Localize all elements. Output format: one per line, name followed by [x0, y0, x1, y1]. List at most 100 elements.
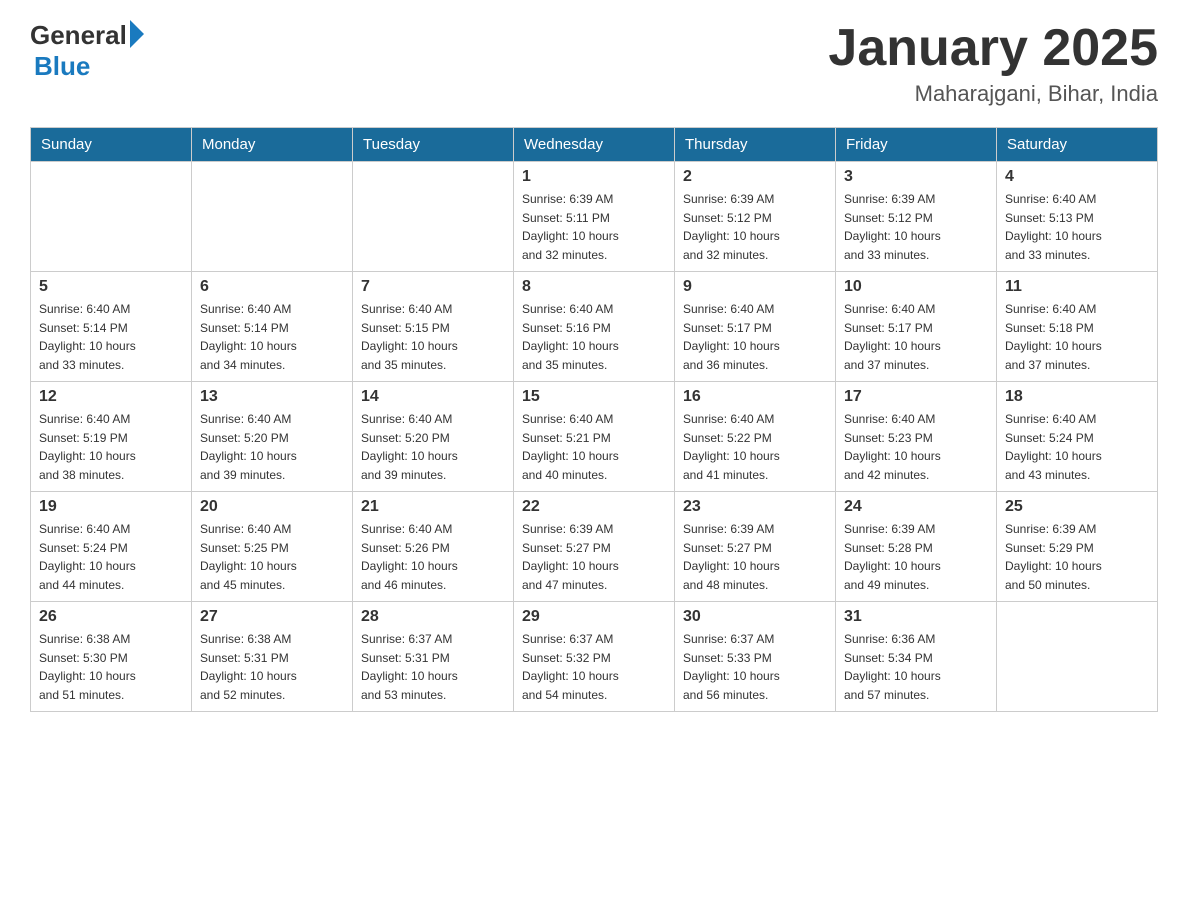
day-info: Sunrise: 6:40 AM Sunset: 5:19 PM Dayligh… — [39, 410, 183, 484]
weekday-header-friday: Friday — [836, 128, 997, 162]
day-info: Sunrise: 6:37 AM Sunset: 5:32 PM Dayligh… — [522, 630, 666, 704]
calendar-cell: 26 Sunrise: 6:38 AM Sunset: 5:30 PM Dayli… — [31, 602, 192, 712]
location-subtitle: Maharajgani, Bihar, India — [828, 81, 1158, 107]
calendar-cell: 22 Sunrise: 6:39 AM Sunset: 5:27 PM Dayli… — [514, 492, 675, 602]
day-info: Sunrise: 6:40 AM Sunset: 5:17 PM Dayligh… — [683, 300, 827, 374]
calendar-cell: 1Sunrise: 6:39 AM Sunset: 5:11 PM Daylig… — [514, 162, 675, 272]
calendar-cell: 31 Sunrise: 6:36 AM Sunset: 5:34 PM Dayli… — [836, 602, 997, 712]
day-info: Sunrise: 6:38 AM Sunset: 5:30 PM Dayligh… — [39, 630, 183, 704]
day-number: 16 — [683, 388, 827, 406]
day-info: Sunrise: 6:39 AM Sunset: 5:12 PM Dayligh… — [683, 190, 827, 264]
calendar-cell: 19Sunrise: 6:40 AM Sunset: 5:24 PM Dayli… — [31, 492, 192, 602]
logo: General Blue — [30, 20, 144, 82]
day-number: 28 — [361, 608, 505, 626]
day-info: Sunrise: 6:37 AM Sunset: 5:33 PM Dayligh… — [683, 630, 827, 704]
calendar-cell — [31, 162, 192, 272]
calendar-cell: 16 Sunrise: 6:40 AM Sunset: 5:22 PM Dayli… — [675, 382, 836, 492]
calendar-cell: 15 Sunrise: 6:40 AM Sunset: 5:21 PM Dayli… — [514, 382, 675, 492]
day-info: Sunrise: 6:40 AM Sunset: 5:15 PM Dayligh… — [361, 300, 505, 374]
calendar-cell: 24 Sunrise: 6:39 AM Sunset: 5:28 PM Dayli… — [836, 492, 997, 602]
weekday-header-thursday: Thursday — [675, 128, 836, 162]
calendar-cell: 13 Sunrise: 6:40 AM Sunset: 5:20 PM Dayli… — [192, 382, 353, 492]
calendar-cell: 7 Sunrise: 6:40 AM Sunset: 5:15 PM Daylig… — [353, 272, 514, 382]
day-info: Sunrise: 6:40 AM Sunset: 5:18 PM Dayligh… — [1005, 300, 1149, 374]
day-number: 4 — [1005, 168, 1149, 186]
day-number: 6 — [200, 278, 344, 296]
day-info: Sunrise: 6:40 AM Sunset: 5:24 PM Dayligh… — [39, 520, 183, 594]
logo-blue-text: Blue — [34, 51, 90, 82]
weekday-header-row: SundayMondayTuesdayWednesdayThursdayFrid… — [31, 128, 1158, 162]
calendar-cell: 9 Sunrise: 6:40 AM Sunset: 5:17 PM Daylig… — [675, 272, 836, 382]
calendar-cell: 4Sunrise: 6:40 AM Sunset: 5:13 PM Daylig… — [997, 162, 1158, 272]
logo-general-text: General — [30, 20, 127, 51]
calendar-week-row: 1Sunrise: 6:39 AM Sunset: 5:11 PM Daylig… — [31, 162, 1158, 272]
day-number: 18 — [1005, 388, 1149, 406]
day-number: 23 — [683, 498, 827, 516]
day-info: Sunrise: 6:40 AM Sunset: 5:16 PM Dayligh… — [522, 300, 666, 374]
calendar-cell — [192, 162, 353, 272]
calendar-cell: 25Sunrise: 6:39 AM Sunset: 5:29 PM Dayli… — [997, 492, 1158, 602]
day-info: Sunrise: 6:40 AM Sunset: 5:21 PM Dayligh… — [522, 410, 666, 484]
day-number: 11 — [1005, 278, 1149, 296]
weekday-header-tuesday: Tuesday — [353, 128, 514, 162]
day-number: 10 — [844, 278, 988, 296]
calendar-cell: 5 Sunrise: 6:40 AM Sunset: 5:14 PM Daylig… — [31, 272, 192, 382]
day-info: Sunrise: 6:40 AM Sunset: 5:14 PM Dayligh… — [39, 300, 183, 374]
day-info: Sunrise: 6:39 AM Sunset: 5:28 PM Dayligh… — [844, 520, 988, 594]
day-number: 31 — [844, 608, 988, 626]
day-info: Sunrise: 6:40 AM Sunset: 5:20 PM Dayligh… — [361, 410, 505, 484]
calendar-cell: 20 Sunrise: 6:40 AM Sunset: 5:25 PM Dayli… — [192, 492, 353, 602]
calendar-cell: 18Sunrise: 6:40 AM Sunset: 5:24 PM Dayli… — [997, 382, 1158, 492]
day-info: Sunrise: 6:39 AM Sunset: 5:27 PM Dayligh… — [522, 520, 666, 594]
day-number: 20 — [200, 498, 344, 516]
calendar-cell: 29Sunrise: 6:37 AM Sunset: 5:32 PM Dayli… — [514, 602, 675, 712]
day-info: Sunrise: 6:40 AM Sunset: 5:17 PM Dayligh… — [844, 300, 988, 374]
day-number: 22 — [522, 498, 666, 516]
calendar-week-row: 12 Sunrise: 6:40 AM Sunset: 5:19 PM Dayli… — [31, 382, 1158, 492]
day-info: Sunrise: 6:36 AM Sunset: 5:34 PM Dayligh… — [844, 630, 988, 704]
calendar-cell: 27 Sunrise: 6:38 AM Sunset: 5:31 PM Dayli… — [192, 602, 353, 712]
calendar-week-row: 5 Sunrise: 6:40 AM Sunset: 5:14 PM Daylig… — [31, 272, 1158, 382]
day-info: Sunrise: 6:39 AM Sunset: 5:11 PM Dayligh… — [522, 190, 666, 264]
day-number: 17 — [844, 388, 988, 406]
calendar-table: SundayMondayTuesdayWednesdayThursdayFrid… — [30, 127, 1158, 712]
day-number: 3 — [844, 168, 988, 186]
day-number: 15 — [522, 388, 666, 406]
calendar-week-row: 26 Sunrise: 6:38 AM Sunset: 5:30 PM Dayli… — [31, 602, 1158, 712]
calendar-cell: 12 Sunrise: 6:40 AM Sunset: 5:19 PM Dayli… — [31, 382, 192, 492]
day-info: Sunrise: 6:40 AM Sunset: 5:26 PM Dayligh… — [361, 520, 505, 594]
day-number: 5 — [39, 278, 183, 296]
calendar-cell: 14 Sunrise: 6:40 AM Sunset: 5:20 PM Dayli… — [353, 382, 514, 492]
day-number: 7 — [361, 278, 505, 296]
day-number: 26 — [39, 608, 183, 626]
weekday-header-wednesday: Wednesday — [514, 128, 675, 162]
day-number: 27 — [200, 608, 344, 626]
calendar-cell: 23Sunrise: 6:39 AM Sunset: 5:27 PM Dayli… — [675, 492, 836, 602]
day-number: 13 — [200, 388, 344, 406]
calendar-cell: 21Sunrise: 6:40 AM Sunset: 5:26 PM Dayli… — [353, 492, 514, 602]
day-info: Sunrise: 6:37 AM Sunset: 5:31 PM Dayligh… — [361, 630, 505, 704]
day-info: Sunrise: 6:40 AM Sunset: 5:23 PM Dayligh… — [844, 410, 988, 484]
logo-arrow-icon — [130, 20, 144, 48]
day-number: 24 — [844, 498, 988, 516]
day-info: Sunrise: 6:40 AM Sunset: 5:14 PM Dayligh… — [200, 300, 344, 374]
calendar-week-row: 19Sunrise: 6:40 AM Sunset: 5:24 PM Dayli… — [31, 492, 1158, 602]
month-year-title: January 2025 — [828, 20, 1158, 77]
day-info: Sunrise: 6:40 AM Sunset: 5:20 PM Dayligh… — [200, 410, 344, 484]
day-number: 25 — [1005, 498, 1149, 516]
day-info: Sunrise: 6:38 AM Sunset: 5:31 PM Dayligh… — [200, 630, 344, 704]
title-section: January 2025 Maharajgani, Bihar, India — [828, 20, 1158, 107]
day-info: Sunrise: 6:40 AM Sunset: 5:22 PM Dayligh… — [683, 410, 827, 484]
day-number: 14 — [361, 388, 505, 406]
calendar-cell: 17 Sunrise: 6:40 AM Sunset: 5:23 PM Dayli… — [836, 382, 997, 492]
calendar-cell: 10 Sunrise: 6:40 AM Sunset: 5:17 PM Dayli… — [836, 272, 997, 382]
calendar-cell: 11 Sunrise: 6:40 AM Sunset: 5:18 PM Dayli… — [997, 272, 1158, 382]
calendar-cell: 30Sunrise: 6:37 AM Sunset: 5:33 PM Dayli… — [675, 602, 836, 712]
day-number: 2 — [683, 168, 827, 186]
day-info: Sunrise: 6:40 AM Sunset: 5:25 PM Dayligh… — [200, 520, 344, 594]
calendar-cell: 28 Sunrise: 6:37 AM Sunset: 5:31 PM Dayli… — [353, 602, 514, 712]
day-number: 12 — [39, 388, 183, 406]
calendar-cell: 3Sunrise: 6:39 AM Sunset: 5:12 PM Daylig… — [836, 162, 997, 272]
page-header: General Blue January 2025 Maharajgani, B… — [30, 20, 1158, 107]
day-number: 9 — [683, 278, 827, 296]
